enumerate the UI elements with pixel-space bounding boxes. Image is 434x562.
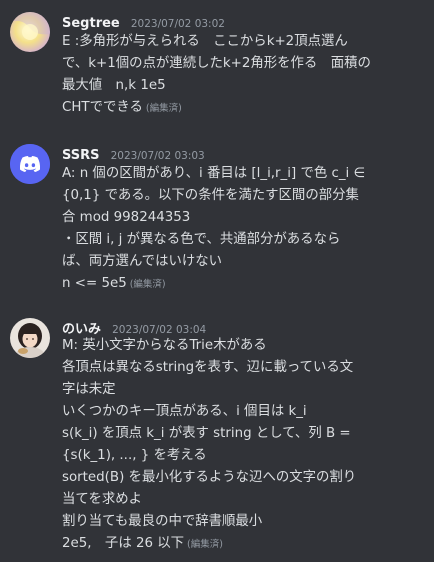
timestamp[interactable]: 2023/07/02 03:02 — [131, 18, 225, 30]
message-content: E :多角形が与えられる ここからk+2頂点選ん で、k+1個の点が連続したk+… — [62, 31, 428, 119]
avatar-noimi[interactable] — [10, 318, 50, 358]
message-content: A: n 個の区間があり、i 番目は [l_i,r_i] で色 c_i ∈ {0… — [62, 163, 428, 295]
message-line-text: CHTでできる — [62, 100, 143, 115]
timestamp[interactable]: 2023/07/02 03:03 — [111, 150, 205, 162]
noimi-avatar-icon — [10, 318, 50, 358]
username[interactable]: Segtree — [62, 16, 120, 31]
message-line: s(k_i) を頂点 k_i が表す string として、列 B = — [62, 426, 351, 441]
message-line: A: n 個の区間があり、i 番目は [l_i,r_i] で色 c_i ∈ — [62, 166, 366, 181]
message-line: 字は未定 — [62, 382, 116, 397]
edited-label: (編集済) — [129, 279, 166, 290]
message-line-last: n <= 5e5 (編集済) — [62, 273, 428, 295]
message-line: 合 mod 998244353 — [62, 210, 191, 225]
avatar-ssrs[interactable] — [10, 144, 50, 184]
edited-label: (編集済) — [187, 539, 223, 550]
message-line: 各頂点は異なるstringを表す、辺に載っている文 — [62, 360, 354, 375]
discord-logo-icon — [10, 144, 50, 184]
message-line: sorted(B) を最小化するような辺への文字の割り — [62, 470, 357, 485]
message-line-text: 2e5, 子は 26 以下 — [62, 536, 185, 551]
message-line: 割り当ても最良の中で辞書順最小 — [62, 514, 263, 529]
message-line-last: CHTでできる (編集済) — [62, 97, 428, 119]
message-line-last: 2e5, 子は 26 以下 (編集済) — [62, 533, 428, 555]
message-line: で、k+1個の点が連続したk+2角形を作る 面積の — [62, 56, 371, 71]
message-line: M: 英小文字からなるTrie木がある — [62, 338, 267, 353]
username[interactable]: SSRS — [62, 148, 100, 163]
message-line: いくつかのキー頂点がある、i 個目は k_i — [62, 404, 307, 419]
message-line: ・区間 i, j が異なる色で、共通部分があるなら — [62, 232, 341, 247]
segtree-avatar-icon — [10, 12, 50, 52]
message-line: {s(k_1), ..., } を考える — [62, 448, 207, 463]
message-line: {0,1} である。以下の条件を満たす区間の部分集 — [62, 188, 359, 203]
edited-label: (編集済) — [145, 103, 182, 114]
message-line: ば、両方選んではいけない — [62, 254, 223, 269]
avatar-segtree[interactable] — [10, 12, 50, 52]
message-line: 当てを求めよ — [62, 492, 143, 507]
message-header: Segtree 2023/07/02 03:02 — [62, 12, 225, 32]
message-line: E :多角形が与えられる ここからk+2頂点選ん — [62, 34, 348, 49]
message-line-text: n <= 5e5 — [62, 276, 127, 291]
message-content: M: 英小文字からなるTrie木がある 各頂点は異なるstringを表す、辺に載… — [62, 335, 428, 555]
message-header: SSRS 2023/07/02 03:03 — [62, 144, 205, 164]
message-line: 最大値 n,k 1e5 — [62, 78, 166, 93]
